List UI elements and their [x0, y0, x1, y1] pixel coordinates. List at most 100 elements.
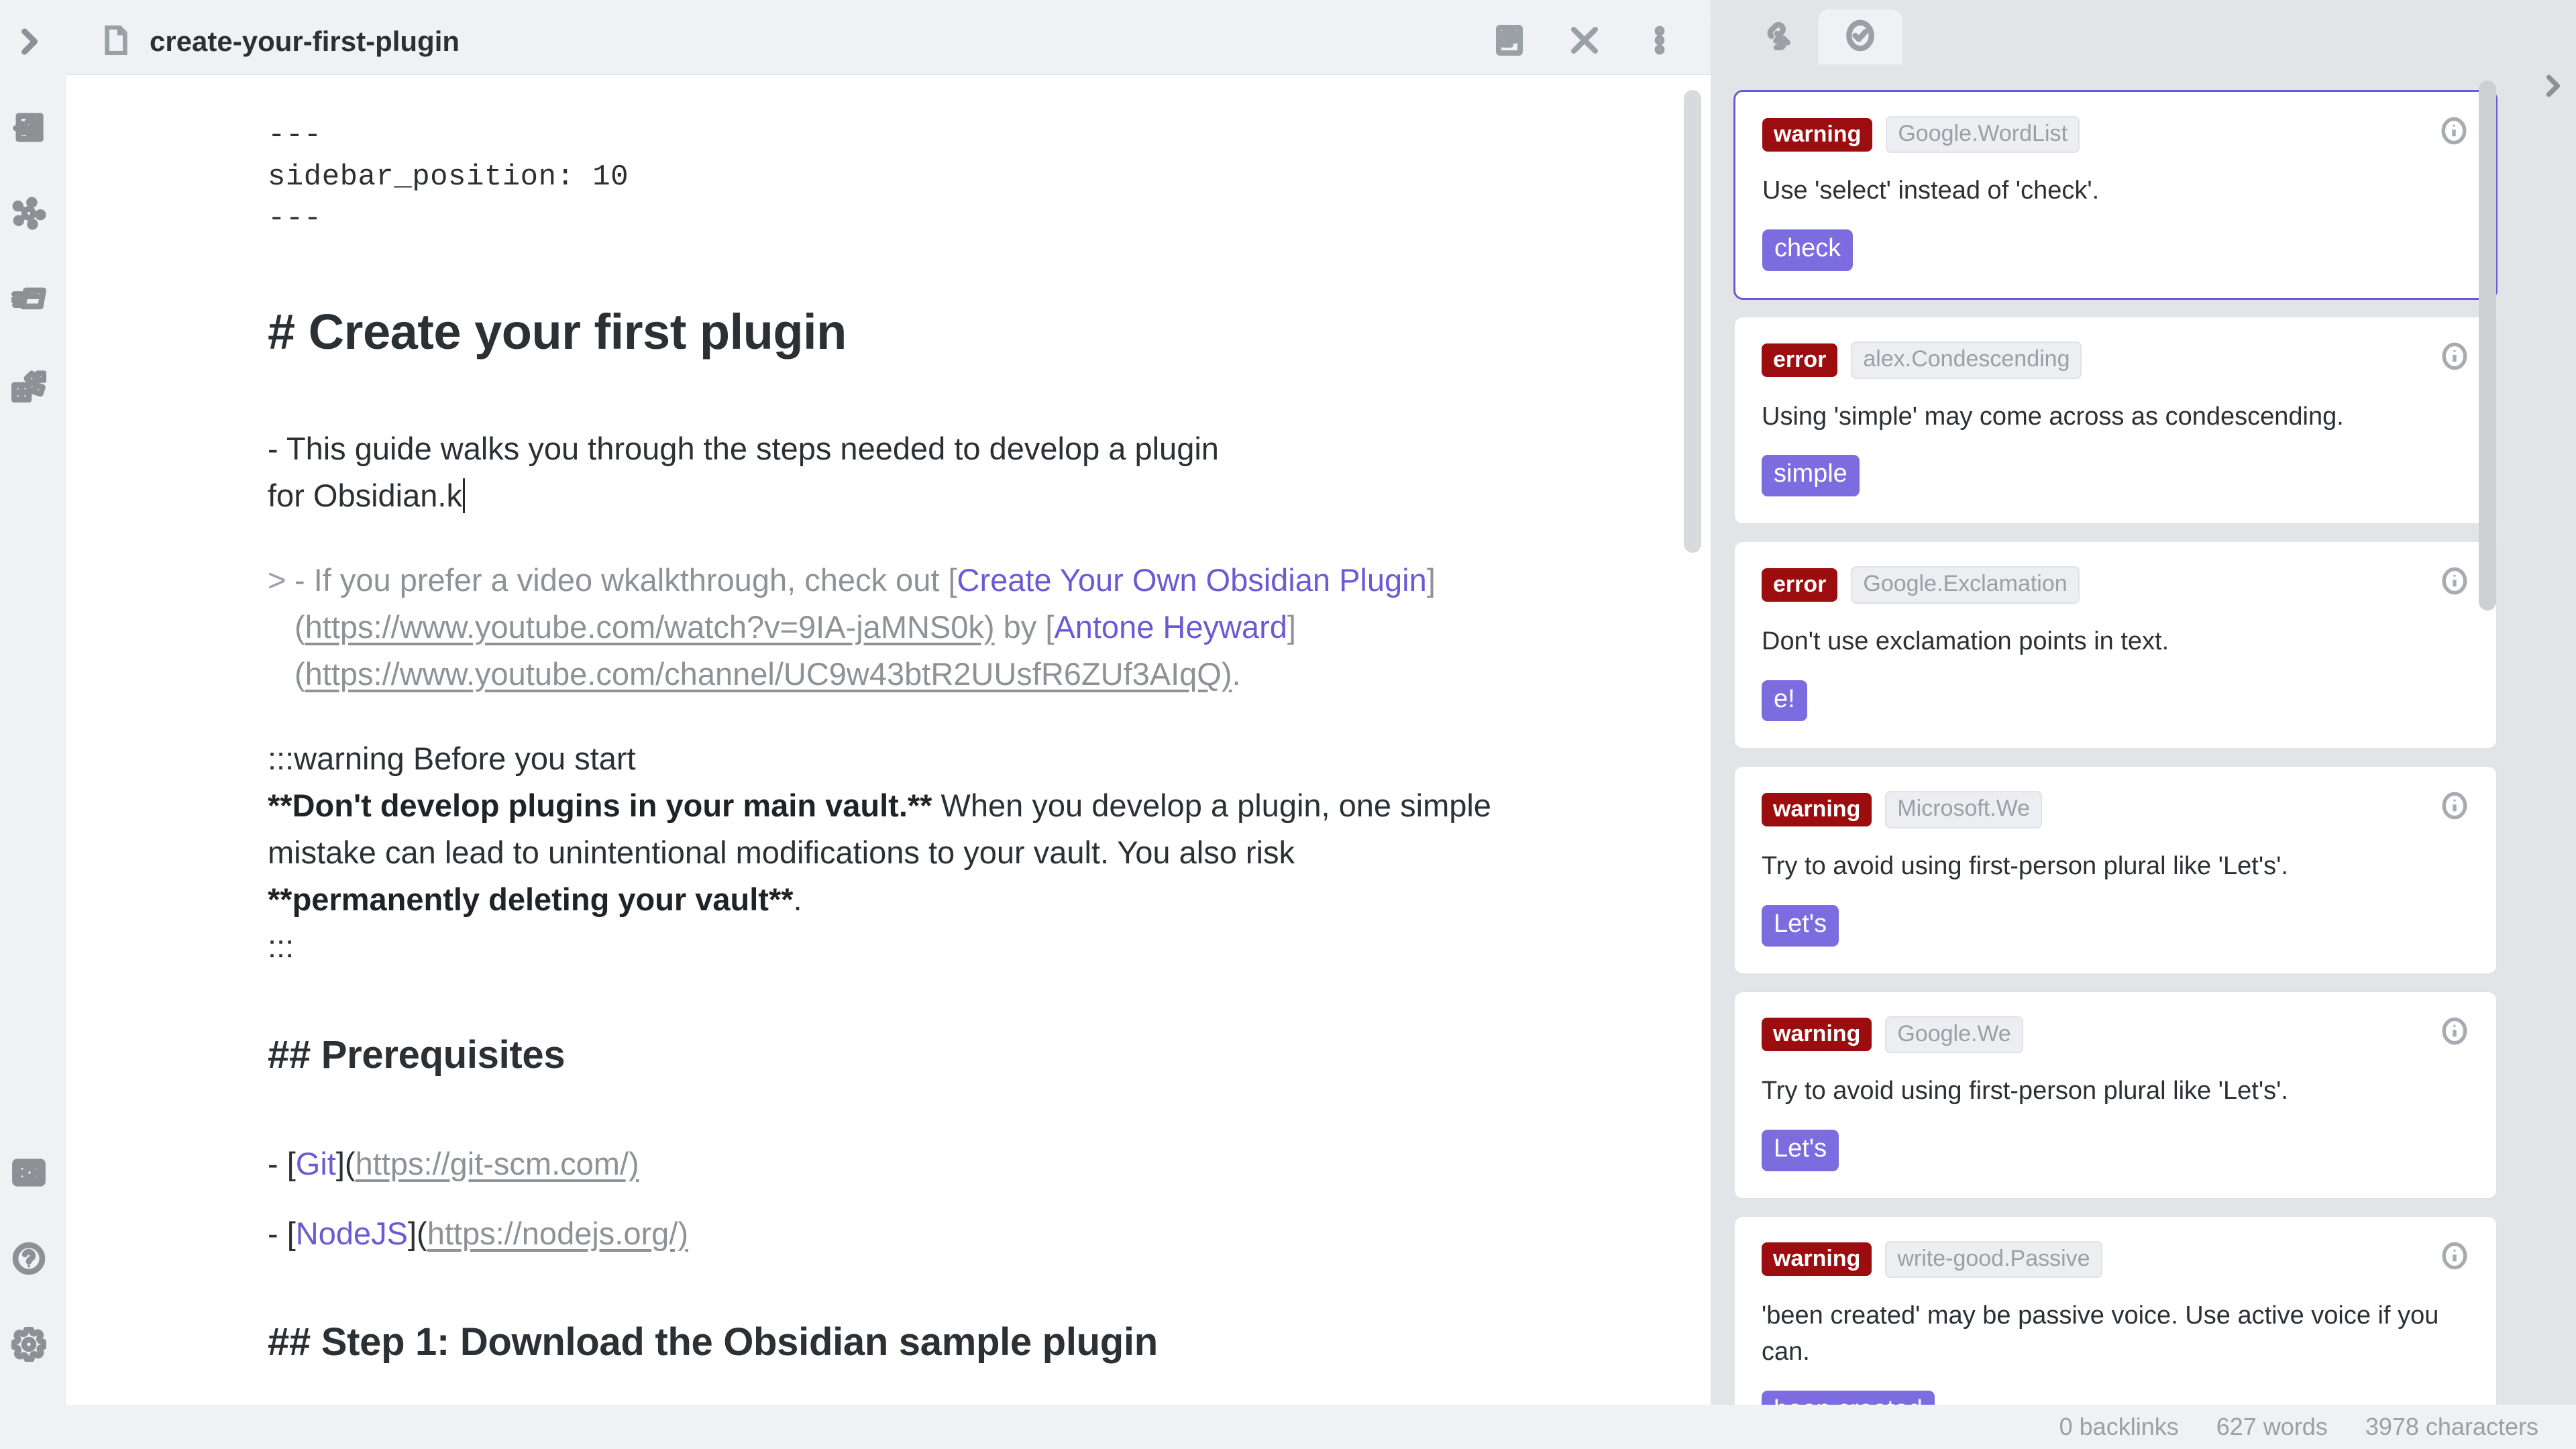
check-circle-icon: [1843, 19, 1877, 56]
vault-icon: [11, 1155, 46, 1193]
sidebar-item-excalidraw[interactable]: [0, 343, 57, 429]
right-sidebar: warning Google.WordList Use 'select' inste…: [1711, 0, 2526, 1422]
help-circle-icon: [11, 1241, 46, 1279]
alert-message: Don't use exclamation points in text.: [1762, 627, 2169, 655]
editor-tab-header: create-your-first-plugin: [66, 9, 1711, 75]
alert-rule-badge: alex.Condescending: [1851, 341, 2082, 379]
link-url-youtube-channel[interactable]: https://www.youtube.com/channel/UC9w43bt…: [305, 656, 1232, 692]
alert-match-chip[interactable]: Let's: [1762, 904, 1839, 947]
right-edge-strip: [2526, 0, 2576, 1449]
blockquote-marker: >: [268, 561, 286, 598]
alert-header: warning Google.We: [1762, 1016, 2469, 1053]
status-badge: error: [1762, 568, 1838, 602]
sidebar-item-vault-switcher[interactable]: [0, 1131, 57, 1217]
right-panel-tabs: [1711, 0, 2526, 64]
callout-close: :::: [268, 928, 294, 964]
tab-backlinks[interactable]: [1733, 9, 1818, 64]
more-vertical-icon: [1644, 24, 1676, 60]
callout-open: :::warning Before you start: [268, 740, 636, 776]
tab-vale-alerts[interactable]: [1818, 9, 1902, 64]
alert-rule-badge: Google.WordList: [1886, 116, 2080, 154]
alert-card[interactable]: warning write-good.Passive 'been created' …: [1733, 1215, 2498, 1422]
alert-match-chip[interactable]: simple: [1762, 455, 1860, 497]
git-open: - [: [268, 1145, 296, 1181]
alert-rule-badge: Google.Exclamation: [1851, 566, 2080, 604]
alert-header: error Google.Exclamation: [1762, 566, 2469, 604]
status-character-count[interactable]: 3978 characters: [2365, 1413, 2538, 1441]
callout-period: .: [793, 881, 802, 917]
alert-card[interactable]: error alex.Condescending Using 'simple' ma…: [1733, 316, 2498, 525]
file-input-icon: [11, 110, 46, 148]
info-circle-icon[interactable]: [2440, 341, 2469, 374]
tab-header-actions: [1488, 20, 1711, 63]
sidebar-item-help[interactable]: [0, 1217, 57, 1303]
file-icon: [103, 24, 129, 58]
vale-alerts-list[interactable]: warning Google.WordList Use 'select' inste…: [1711, 64, 2526, 1422]
chevron-right-icon: [11, 24, 46, 62]
info-circle-icon[interactable]: [2439, 116, 2469, 149]
info-circle-icon[interactable]: [2440, 791, 2469, 824]
info-circle-icon[interactable]: [2440, 1016, 2469, 1049]
frontmatter-key: sidebar_position: 10: [268, 160, 629, 194]
alert-header: warning write-good.Passive: [1762, 1240, 2469, 1279]
alert-card[interactable]: warning Google.WordList Use 'select' inste…: [1733, 90, 2498, 301]
sidebar-item-settings[interactable]: [0, 1303, 57, 1389]
node-close: ](: [408, 1215, 427, 1251]
alert-card[interactable]: error Google.Exclamation Don't use exclama…: [1733, 541, 2498, 750]
sidebar-item-quick-switcher[interactable]: [0, 86, 57, 172]
tab-header-left[interactable]: create-your-first-plugin: [66, 24, 1488, 58]
sidebar-item-canvas[interactable]: [0, 258, 57, 343]
link-text-git[interactable]: Git: [296, 1146, 336, 1181]
chevron-right-icon: [2538, 71, 2567, 104]
alert-header: error alex.Condescending: [1762, 341, 2469, 379]
close-tab-button[interactable]: [1563, 20, 1606, 63]
link-reply-icon: [1759, 19, 1792, 56]
alert-card[interactable]: warning Google.We Try to avoid using first…: [1733, 990, 2498, 1199]
callout-body: **Don't develop plugins in your main vau…: [268, 782, 1630, 923]
status-badge: error: [1762, 343, 1838, 377]
info-circle-icon[interactable]: [2440, 1241, 2469, 1274]
right-panel-scrollbar[interactable]: [2479, 80, 2496, 610]
link-text-nodejs[interactable]: NodeJS: [296, 1216, 408, 1251]
link-url-youtube-video[interactable]: https://www.youtube.com/watch?v=9IA-jaMN…: [305, 609, 995, 645]
quote-end: .: [1232, 655, 1241, 692]
frontmatter-open: ---: [268, 119, 322, 152]
page-title: create-your-first-plugin: [150, 25, 460, 57]
alert-rule-badge: write-good.Passive: [1885, 1240, 2102, 1279]
alert-rule-badge: Google.We: [1885, 1016, 2023, 1053]
alert-card[interactable]: warning Microsoft.We Try to avoid using fi…: [1733, 765, 2498, 975]
quote-mid: by [: [994, 608, 1055, 645]
link-url-nodejs[interactable]: https://nodejs.org/): [427, 1216, 688, 1251]
link-url-git[interactable]: https://git-scm.com/): [356, 1146, 639, 1181]
markdown-editor[interactable]: --- sidebar_position: 10 --- # Create yo…: [66, 76, 1711, 1422]
alert-match-chip[interactable]: e!: [1762, 680, 1807, 722]
status-word-count[interactable]: 627 words: [2216, 1413, 2328, 1441]
callout-text-1: When you develop a plugin, one simple: [932, 787, 1491, 823]
sidebar-item-expand-sidebar[interactable]: [0, 0, 57, 86]
expand-right-sidebar-button[interactable]: [2532, 67, 2573, 107]
list-item-nodejs: - [NodeJS](https://nodejs.org/): [268, 1210, 1630, 1257]
heading-step-1: ## Step 1: Download the Obsidian sample …: [268, 1320, 1158, 1364]
editor-pane: create-your-first-plugin --- sidebar_pos…: [57, 0, 1711, 1422]
status-backlinks[interactable]: 0 backlinks: [2059, 1413, 2179, 1441]
alert-message: Using 'simple' may come across as condes…: [1762, 402, 2344, 431]
heading-h1: # Create your first plugin: [268, 304, 847, 360]
link-text-antone-heyward[interactable]: Antone Heyward: [1054, 609, 1287, 645]
reading-view-icon: [1493, 24, 1525, 60]
callout-text-2: mistake can lead to unintentional modifi…: [268, 834, 1295, 870]
callout-bold-1: **Don't develop plugins in your main vau…: [268, 787, 932, 823]
sidebar-item-graph-view[interactable]: [0, 172, 57, 258]
editor-scrollbar[interactable]: [1684, 90, 1701, 553]
alert-match-chip[interactable]: check: [1762, 229, 1854, 272]
status-bar: 0 backlinks 627 words 3978 characters: [0, 1405, 2576, 1449]
link-text-create-your-own-obsidian-plugin[interactable]: Create Your Own Obsidian Plugin: [957, 562, 1427, 598]
list-item: - This guide walks you through the steps…: [268, 425, 1630, 519]
info-circle-icon[interactable]: [2440, 566, 2469, 599]
reading-view-button[interactable]: [1488, 20, 1531, 63]
alert-message: 'been created' may be passive voice. Use…: [1762, 1301, 2439, 1366]
quote-prefix: - If you prefer a video wkalkthrough, ch…: [294, 561, 957, 598]
text-cursor: [462, 478, 465, 513]
alert-header: warning Google.WordList: [1762, 116, 2469, 154]
alert-match-chip[interactable]: Let's: [1762, 1129, 1839, 1171]
more-options-button[interactable]: [1638, 20, 1681, 63]
